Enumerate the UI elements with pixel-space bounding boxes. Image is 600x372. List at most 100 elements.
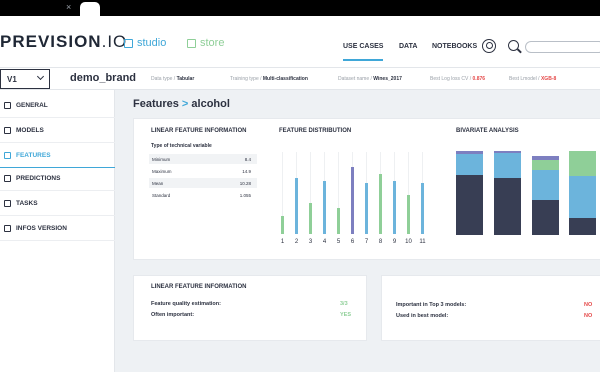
nav-notebooks[interactable]: NOTEBOOKS	[432, 43, 477, 50]
distribution-bar[interactable]	[323, 181, 326, 234]
meta-training-type: Training type / Multi-classification	[230, 76, 308, 82]
bivariate-segment[interactable]	[569, 151, 596, 176]
stats-value: 10.28	[239, 181, 251, 186]
usage-value: NO	[584, 302, 593, 308]
features-icon	[4, 152, 11, 159]
x-tick-label: 1	[280, 239, 285, 245]
distribution-bar[interactable]	[337, 208, 340, 234]
project-name: demo_brand	[70, 72, 137, 84]
tasks-icon	[4, 200, 11, 207]
sidebar-item-label: PREDICTIONS	[16, 175, 61, 182]
sidebar-item-infos-version[interactable]: INFOS VERSION	[0, 217, 115, 241]
distribution-bar[interactable]	[281, 216, 284, 234]
stats-label: Minimum	[152, 157, 171, 162]
sidebar-item-tasks[interactable]: TASKS	[0, 192, 115, 216]
stats-value: 14.9	[242, 169, 251, 174]
x-tick-label: 7	[364, 239, 369, 245]
app-tab-store[interactable]: store	[187, 37, 224, 49]
meta-best-logloss: Best Log loss CV / 0.876	[430, 76, 485, 82]
bivariate-segment[interactable]	[494, 151, 521, 153]
meta-label: Data type /	[151, 76, 177, 82]
x-tick-label: 4	[322, 239, 327, 245]
bivariate-segment[interactable]	[569, 176, 596, 218]
distribution-bar[interactable]	[379, 174, 382, 234]
stats-row: Standard 1.055	[149, 190, 257, 200]
chevron-down-icon	[36, 72, 45, 81]
close-tab-icon[interactable]: ×	[66, 2, 71, 12]
distribution-bar[interactable]	[309, 203, 312, 234]
user-icon[interactable]	[482, 39, 496, 53]
bivariate-title: BIVARIATE ANALYSIS	[456, 128, 519, 134]
search-icon[interactable]	[508, 40, 519, 51]
bivariate-segment[interactable]	[532, 160, 559, 170]
logo-main: PREVISION	[0, 32, 102, 51]
meta-label: Training type /	[230, 76, 263, 82]
meta-best-model: Best Lmodel / XGB-8	[509, 76, 556, 82]
bivariate-segment[interactable]	[494, 178, 521, 235]
x-tick-label: 2	[294, 239, 299, 245]
sidebar-item-label: TASKS	[16, 200, 38, 207]
stats-label: Maximum	[152, 169, 172, 174]
quality-title: LINEAR FEATURE INFORMATION	[151, 284, 247, 290]
x-tick-label: 10	[405, 239, 412, 245]
quality-value: 3/3	[340, 301, 348, 307]
meta-dataset-name: Dataset name / Wines_2017	[338, 76, 402, 82]
stats-value: 1.055	[239, 193, 251, 198]
meta-label: Best Lmodel /	[509, 76, 541, 82]
sidebar-item-label: INFOS VERSION	[16, 225, 67, 232]
stats-value: 8.4	[244, 157, 251, 162]
bivariate-segment[interactable]	[569, 218, 596, 235]
sidebar-item-predictions[interactable]: PREDICTIONS	[0, 167, 115, 191]
stats-row: Mean 10.28	[149, 178, 257, 188]
meta-value: XGB-8	[540, 76, 557, 82]
breadcrumb-separator: >	[178, 98, 192, 110]
version-label: V1	[7, 75, 17, 84]
logo[interactable]: PREVISION.IO	[0, 32, 127, 52]
version-select[interactable]: V1	[0, 69, 50, 89]
app-tab-label: store	[200, 37, 225, 49]
distribution-bar[interactable]	[421, 183, 424, 234]
distribution-bar[interactable]	[365, 183, 368, 234]
sidebar-item-label: MODELS	[16, 127, 44, 134]
breadcrumb-feature: alcohol	[191, 98, 230, 110]
nav-use-cases[interactable]: USE CASES	[343, 43, 384, 61]
meta-data-type: Data type / Tabular	[151, 76, 194, 82]
predictions-icon	[4, 175, 11, 182]
meta-value: 0.876	[472, 76, 486, 82]
page-title: Features > alcohol	[133, 98, 230, 110]
search-input[interactable]	[525, 41, 600, 53]
breadcrumb-features[interactable]: Features	[133, 98, 179, 110]
x-tick-label: 5	[336, 239, 341, 245]
bivariate-segment[interactable]	[532, 170, 559, 200]
distribution-title: FEATURE DISTRIBUTION	[279, 128, 352, 134]
project-bar: V1 demo_brand Data type / Tabular Traini…	[0, 68, 600, 90]
distribution-bar[interactable]	[295, 178, 298, 234]
browser-tab[interactable]	[80, 2, 100, 16]
x-tick-label: 3	[308, 239, 313, 245]
meta-label: Dataset name /	[338, 76, 374, 82]
sidebar-item-label: GENERAL	[16, 102, 48, 109]
nav-data[interactable]: DATA	[399, 43, 417, 50]
app-tab-label: studio	[137, 37, 167, 49]
models-icon	[4, 127, 11, 134]
bivariate-segment[interactable]	[532, 156, 559, 160]
bivariate-segment[interactable]	[532, 200, 559, 235]
header: PREVISION.IO studio store USE CASES DATA…	[0, 16, 600, 68]
bivariate-segment[interactable]	[456, 154, 483, 175]
sidebar-item-features[interactable]: FEATURES	[0, 144, 115, 168]
usage-label: Used in best model:	[396, 313, 449, 319]
bivariate-segment[interactable]	[456, 175, 483, 235]
distribution-bar[interactable]	[351, 167, 354, 234]
distribution-bar[interactable]	[393, 181, 396, 234]
quality-label: Often important:	[151, 312, 195, 318]
bivariate-segment[interactable]	[456, 151, 483, 154]
app-tab-studio[interactable]: studio	[124, 37, 166, 49]
distribution-bar[interactable]	[407, 195, 410, 234]
sidebar-item-models[interactable]: MODELS	[0, 119, 115, 143]
meta-label: Best Log loss CV /	[430, 76, 473, 82]
usage-value: NO	[584, 313, 593, 319]
store-icon	[187, 38, 196, 48]
usage-card	[381, 275, 600, 341]
bivariate-segment[interactable]	[494, 153, 521, 178]
sidebar-item-general[interactable]: GENERAL	[0, 94, 115, 118]
